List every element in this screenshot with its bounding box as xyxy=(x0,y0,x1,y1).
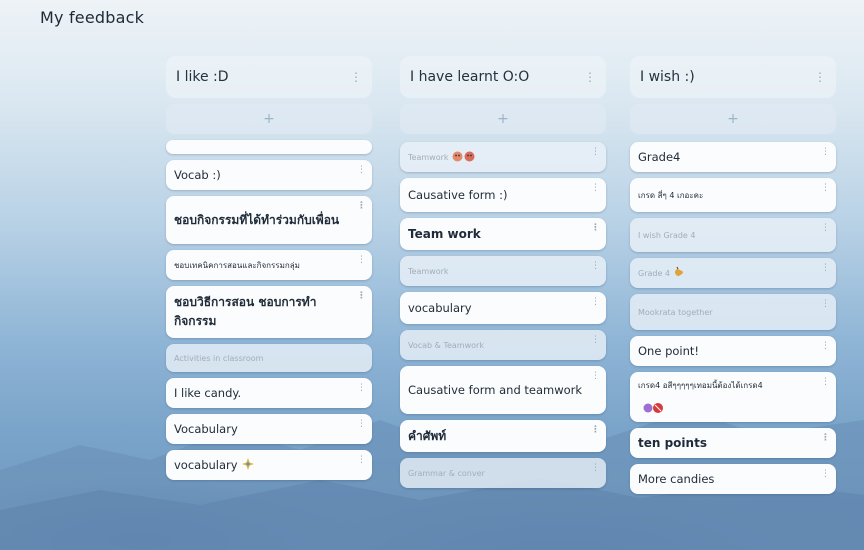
hand-icon xyxy=(673,266,685,280)
card-text: Activities in classroom xyxy=(174,353,264,363)
card-menu-icon[interactable]: ⋮ xyxy=(357,384,366,393)
column-header: I have learnt O:O ⋮ xyxy=(400,56,606,98)
card[interactable]: Vocab & Teamwork ⋮ xyxy=(400,330,606,360)
sparkle-icon xyxy=(241,457,255,473)
card-menu-icon[interactable]: ⋮ xyxy=(357,256,366,265)
column-title: I like :D xyxy=(176,69,229,85)
card-menu-icon[interactable]: ⋮ xyxy=(821,184,830,193)
card-text: More candies xyxy=(638,472,715,486)
card[interactable]: vocabulary ⋮ xyxy=(166,450,372,480)
card-text: เกรด4 อสีๆๆๆๆๆเทอมนี้ต้องได้เกรด4 xyxy=(638,381,763,390)
card-menu-icon[interactable]: ⋮ xyxy=(591,184,600,193)
card-menu-icon[interactable]: ⋮ xyxy=(357,166,366,175)
card-text: Grammar & conver xyxy=(408,468,485,478)
card-menu-icon[interactable]: ⋮ xyxy=(591,372,600,381)
card-text: Vocab :) xyxy=(174,168,221,182)
card-text: I wish Grade 4 xyxy=(638,230,696,240)
card-menu-icon[interactable]: ⋮ xyxy=(357,292,366,301)
card[interactable]: Grade4 ⋮ xyxy=(630,142,836,172)
card-menu-icon[interactable]: ⋮ xyxy=(821,264,830,273)
card[interactable]: Grammar & conver ⋮ xyxy=(400,458,606,488)
card[interactable]: เกรด สี่ๆ 4 เกอะคะ ⋮ xyxy=(630,178,836,212)
card-text: Causative form and teamwork xyxy=(408,383,583,397)
column-header: I wish :) ⋮ xyxy=(630,56,836,98)
column-i-like: I like :D ⋮ + Vocab :) ⋮ ชอบกิจกรรมที่ได… xyxy=(166,56,372,480)
card-text: Team work xyxy=(408,227,481,241)
column-i-wish: I wish :) ⋮ + Grade4 ⋮ เกรด สี่ๆ 4 เกอะค… xyxy=(630,56,836,494)
board-title: My feedback xyxy=(40,8,145,27)
card-menu-icon[interactable]: ⋮ xyxy=(821,224,830,233)
card[interactable]: Team work ⋮ xyxy=(400,218,606,250)
card-menu-icon[interactable]: ⋮ xyxy=(821,378,830,387)
card-text: Causative form :) xyxy=(408,188,508,202)
card-menu-icon[interactable]: ⋮ xyxy=(591,298,600,307)
card-menu-icon[interactable]: ⋮ xyxy=(821,342,830,351)
card[interactable]: I wish Grade 4 ⋮ xyxy=(630,218,836,252)
add-card-button[interactable]: + xyxy=(166,104,372,134)
card[interactable]: Mookrata together ⋮ xyxy=(630,294,836,330)
card[interactable]: คำศัพท์ ⋮ xyxy=(400,420,606,452)
card[interactable]: vocabulary ⋮ xyxy=(400,292,606,324)
card-text: Grade4 xyxy=(638,150,681,164)
card-text: ten points xyxy=(638,436,707,450)
column-title: I wish :) xyxy=(640,69,695,85)
card-menu-icon[interactable]: ⋮ xyxy=(357,420,366,429)
add-card-button[interactable]: + xyxy=(400,104,606,134)
card[interactable]: ชอบวิธีการสอน ชอบการทำกิจกรรม ⋮ xyxy=(166,286,372,338)
card-text: Teamwork xyxy=(408,266,449,276)
card[interactable]: Activities in classroom xyxy=(166,344,372,372)
column-menu-icon[interactable]: ⋮ xyxy=(814,70,826,84)
card-text: เกรด สี่ๆ 4 เกอะคะ xyxy=(638,190,704,200)
card-menu-icon[interactable]: ⋮ xyxy=(821,148,830,157)
card-text: vocabulary xyxy=(174,458,238,472)
add-card-button[interactable]: + xyxy=(630,104,836,134)
faces-icon xyxy=(452,151,476,164)
card-text: Mookrata together xyxy=(638,307,713,317)
card[interactable]: ชอบเทคนิคการสอนและกิจกรรมกลุ่ม ⋮ xyxy=(166,250,372,280)
card-menu-icon[interactable]: ⋮ xyxy=(357,202,366,211)
card[interactable]: ชอบกิจกรรมที่ได้ทำร่วมกับเพื่อน ⋮ xyxy=(166,196,372,244)
column-menu-icon[interactable]: ⋮ xyxy=(350,70,362,84)
card-text: I like candy. xyxy=(174,386,242,400)
card[interactable]: Teamwork ⋮ xyxy=(400,142,606,172)
card-menu-icon[interactable]: ⋮ xyxy=(357,456,366,465)
card[interactable]: More candies ⋮ xyxy=(630,464,836,494)
card-text: Vocab & Teamwork xyxy=(408,340,484,350)
card[interactable]: ten points ⋮ xyxy=(630,428,836,458)
column-header: I like :D ⋮ xyxy=(166,56,372,98)
card[interactable] xyxy=(166,140,372,154)
card-menu-icon[interactable]: ⋮ xyxy=(821,300,830,309)
candy-icon xyxy=(643,402,665,416)
card-text: Grade 4 xyxy=(638,268,671,278)
card-menu-icon[interactable]: ⋮ xyxy=(821,434,830,443)
card[interactable]: Causative form :) ⋮ xyxy=(400,178,606,212)
card-menu-icon[interactable]: ⋮ xyxy=(591,336,600,345)
card-text: vocabulary xyxy=(408,301,472,315)
card-menu-icon[interactable]: ⋮ xyxy=(591,262,600,271)
card[interactable]: Vocabulary ⋮ xyxy=(166,414,372,444)
column-title: I have learnt O:O xyxy=(410,69,530,85)
card-text: ชอบเทคนิคการสอนและกิจกรรมกลุ่ม xyxy=(174,260,300,270)
card-text: ชอบวิธีการสอน ชอบการทำกิจกรรม xyxy=(174,295,317,328)
card-text: คำศัพท์ xyxy=(408,428,447,443)
card-text: Teamwork xyxy=(408,152,449,162)
card-text: One point! xyxy=(638,344,700,358)
card[interactable]: One point! ⋮ xyxy=(630,336,836,366)
card[interactable]: เกรด4 อสีๆๆๆๆๆเทอมนี้ต้องได้เกรด4 ⋮ xyxy=(630,372,836,422)
card[interactable]: Vocab :) ⋮ xyxy=(166,160,372,190)
card-menu-icon[interactable]: ⋮ xyxy=(591,464,600,473)
card-menu-icon[interactable]: ⋮ xyxy=(591,148,600,157)
card-text: Vocabulary xyxy=(174,422,238,436)
card[interactable]: Causative form and teamwork ⋮ xyxy=(400,366,606,414)
card[interactable]: Grade 4 ⋮ xyxy=(630,258,836,288)
card[interactable]: Teamwork ⋮ xyxy=(400,256,606,286)
column-menu-icon[interactable]: ⋮ xyxy=(584,70,596,84)
column-i-have-learnt: I have learnt O:O ⋮ + Teamwork ⋮ Causati… xyxy=(400,56,606,488)
card-menu-icon[interactable]: ⋮ xyxy=(591,426,600,435)
card-menu-icon[interactable]: ⋮ xyxy=(821,470,830,479)
card[interactable]: I like candy. ⋮ xyxy=(166,378,372,408)
card-text: ชอบกิจกรรมที่ได้ทำร่วมกับเพื่อน xyxy=(174,212,340,227)
card-menu-icon[interactable]: ⋮ xyxy=(591,224,600,233)
